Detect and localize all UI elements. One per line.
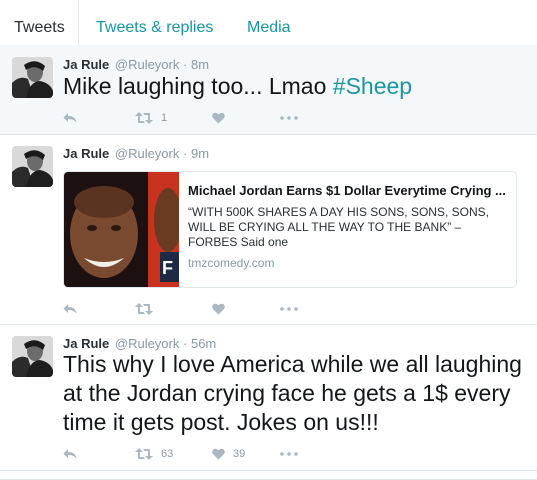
hashtag-link[interactable]: #Sheep xyxy=(333,73,412,99)
author-name[interactable]: Ja Rule xyxy=(63,146,109,161)
retweet-button[interactable] xyxy=(135,299,161,319)
tweet[interactable]: Ja Rule @Ruleyork · 9m F Michael Jordan … xyxy=(0,135,537,325)
avatar[interactable] xyxy=(12,57,53,98)
reply-button[interactable] xyxy=(63,108,77,128)
card-description: “WITH 500K SHARES A DAY HIS SONS, SONS, … xyxy=(188,205,489,249)
like-button[interactable] xyxy=(212,299,233,319)
card-thumbnail: F xyxy=(64,172,179,287)
tweet[interactable]: Ja Rule @Ruleyork · 8m Mike laughing too… xyxy=(0,45,537,135)
avatar[interactable] xyxy=(12,336,53,377)
tweet[interactable]: Ja Rule @Ruleyork · 56m This why I love … xyxy=(0,325,537,471)
retweet-icon xyxy=(135,112,153,124)
like-icon xyxy=(212,303,225,315)
author-handle[interactable]: @Ruleyork xyxy=(115,57,180,72)
reply-button[interactable] xyxy=(63,444,77,464)
like-icon xyxy=(212,448,225,460)
svg-text:F: F xyxy=(162,258,173,278)
like-button[interactable]: 39 xyxy=(212,444,245,464)
more-icon xyxy=(280,452,298,456)
more-icon xyxy=(280,307,298,311)
separator: · xyxy=(183,57,188,72)
author-handle[interactable]: @Ruleyork xyxy=(115,146,180,161)
retweet-icon xyxy=(135,448,153,460)
author-name[interactable]: Ja Rule xyxy=(63,336,109,351)
tweet-header: Ja Rule @Ruleyork · 56m xyxy=(63,336,216,351)
reply-icon xyxy=(63,448,77,460)
tweet-header: Ja Rule @Ruleyork · 9m xyxy=(63,146,209,161)
link-card[interactable]: F Michael Jordan Earns $1 Dollar Everyti… xyxy=(63,171,517,288)
reply-icon xyxy=(63,112,77,124)
card-domain: tmzcomedy.com xyxy=(188,256,275,270)
more-button[interactable] xyxy=(280,299,298,319)
like-count: 39 xyxy=(233,448,246,460)
more-button[interactable] xyxy=(280,444,298,464)
more-icon xyxy=(280,116,298,120)
retweet-button[interactable]: 63 xyxy=(135,444,173,464)
like-icon xyxy=(212,112,225,124)
timestamp[interactable]: 8m xyxy=(191,57,209,72)
retweet-count: 1 xyxy=(161,112,168,124)
more-button[interactable] xyxy=(280,108,298,128)
tweet-actions xyxy=(63,299,363,319)
tweet-text-content: Mike laughing too... Lmao xyxy=(63,73,333,99)
tweet-text: Mike laughing too... Lmao #Sheep xyxy=(63,72,412,101)
reply-icon xyxy=(63,303,77,315)
retweet-icon xyxy=(135,303,153,315)
reply-button[interactable] xyxy=(63,299,77,319)
retweet-button[interactable]: 1 xyxy=(135,108,167,128)
avatar[interactable] xyxy=(12,146,53,187)
like-button[interactable] xyxy=(212,108,233,128)
card-title: Michael Jordan Earns $1 Dollar Everytime… xyxy=(188,183,506,198)
tweet-partial xyxy=(0,471,537,480)
timestamp[interactable]: 9m xyxy=(191,146,209,161)
tweet-header: Ja Rule @Ruleyork · 8m xyxy=(63,57,209,72)
timestamp[interactable]: 56m xyxy=(191,336,216,351)
separator: · xyxy=(183,336,188,351)
author-name[interactable]: Ja Rule xyxy=(63,57,109,72)
tweet-text: This why I love America while we all lau… xyxy=(63,351,522,435)
separator: · xyxy=(183,146,188,161)
author-handle[interactable]: @Ruleyork xyxy=(115,336,180,351)
tweet-actions: 1 xyxy=(63,108,363,128)
tweet-actions: 63 39 xyxy=(63,444,363,464)
retweet-count: 63 xyxy=(161,448,174,460)
